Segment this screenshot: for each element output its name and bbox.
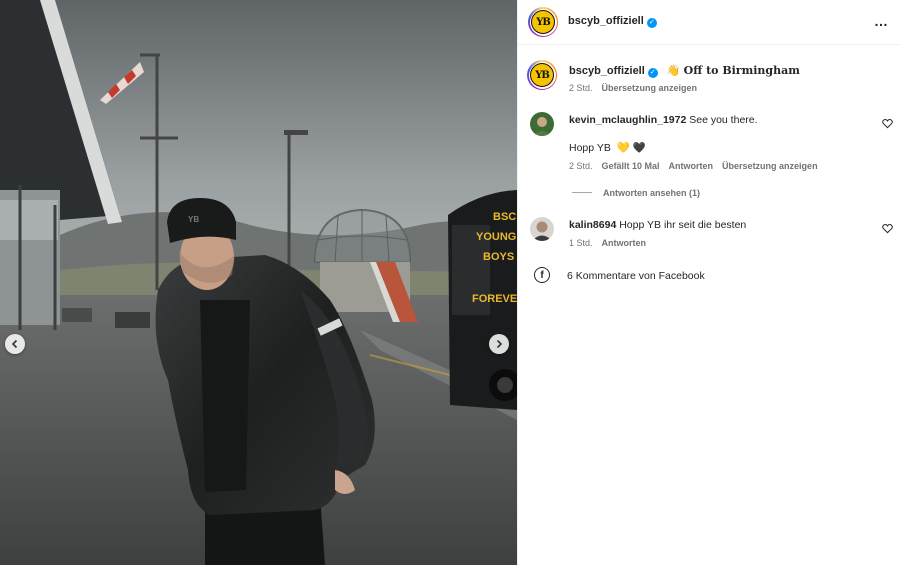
comment-1-text: kevin_mclaughlin_1972 See you there. <box>569 114 758 126</box>
more-options-icon[interactable]: … <box>874 13 889 29</box>
photo-scene: BSC YOUNG BOYS FOREVER YB <box>0 0 517 565</box>
post-header: YB bscyb_offiziell ✓ … <box>518 0 900 45</box>
author-avatar[interactable]: YB <box>528 7 558 37</box>
caption: bscyb_offiziell ✓ 👋 Off to Birmingham <box>569 64 800 78</box>
chevron-left-icon <box>11 339 18 349</box>
yb-logo-icon: YB <box>531 10 555 34</box>
yb-logo-icon: YB <box>530 63 554 87</box>
comment-2-body: Hopp YB ihr seit die besten <box>619 219 747 231</box>
author-username-text: bscyb_offiziell <box>568 15 644 27</box>
yellow-heart-emoji: 💛 <box>616 142 630 154</box>
comment-1-meta: 2 Std. Gefällt 10 Mal Antworten Übersetzung… <box>569 161 827 171</box>
verified-badge-icon: ✓ <box>646 18 657 28</box>
commenter-avatar[interactable] <box>530 112 554 136</box>
chevron-right-icon <box>496 339 503 349</box>
comment-2-like-icon[interactable] <box>882 223 893 234</box>
comment-1-username[interactable]: kevin_mclaughlin_1972 <box>569 114 686 126</box>
bus-text-bsc: BSC <box>493 211 516 223</box>
comment-1-line2: Hopp YB 💛 🖤 <box>569 141 646 154</box>
replies-divider <box>572 192 592 193</box>
comment-2-meta: 1 Std. Antworten <box>569 238 655 248</box>
comment-1-line1: See you there. <box>689 114 758 126</box>
comment-1-translate-link[interactable]: Übersetzung anzeigen <box>722 161 818 171</box>
comment-1-line2-text: Hopp YB <box>569 142 611 154</box>
caption-avatar[interactable]: YB <box>527 60 557 90</box>
comment-1-reply-button[interactable]: Antworten <box>669 161 714 171</box>
caption-meta: 2 Std. Übersetzung anzeigen <box>569 83 706 93</box>
next-photo-button[interactable] <box>489 334 509 354</box>
view-replies-link[interactable]: Antworten ansehen (1) <box>603 188 700 198</box>
comment-1-like-icon[interactable] <box>882 118 893 129</box>
black-heart-emoji: 🖤 <box>632 142 646 154</box>
bus-text-forever: FOREVER <box>472 293 517 305</box>
verified-badge-icon: ✓ <box>647 68 658 78</box>
previous-photo-button[interactable] <box>5 334 25 354</box>
bus-text-young: YOUNG <box>476 231 516 243</box>
avatar-photo <box>530 217 554 241</box>
commenter-avatar[interactable] <box>530 217 554 241</box>
comment-1-likes[interactable]: Gefällt 10 Mal <box>602 161 660 171</box>
facebook-comments-link[interactable]: 6 Kommentare von Facebook <box>567 270 705 282</box>
post-photo[interactable]: BSC YOUNG BOYS FOREVER YB <box>0 0 517 565</box>
facebook-icon: f <box>534 267 550 283</box>
avatar-photo <box>530 112 554 136</box>
comment-2-time[interactable]: 1 Std. <box>569 238 593 248</box>
bus-text-boys: BOYS <box>483 251 514 263</box>
caption-text: Off to Birmingham <box>683 64 800 77</box>
caption-username[interactable]: bscyb_offiziell <box>569 65 645 77</box>
comment-2-text: kalin8694 Hopp YB ihr seit die besten <box>569 219 746 231</box>
svg-text:YB: YB <box>188 215 199 224</box>
caption-translate-link[interactable]: Übersetzung anzeigen <box>602 83 698 93</box>
comment-1-time[interactable]: 2 Std. <box>569 161 593 171</box>
wave-emoji: 👋 <box>666 65 681 77</box>
view-replies: Antworten ansehen (1) <box>603 188 709 198</box>
author-username[interactable]: bscyb_offiziell ✓ <box>568 15 657 28</box>
comment-2-username[interactable]: kalin8694 <box>569 219 616 231</box>
caption-time[interactable]: 2 Std. <box>569 83 593 93</box>
comment-2-reply-button[interactable]: Antworten <box>602 238 647 248</box>
